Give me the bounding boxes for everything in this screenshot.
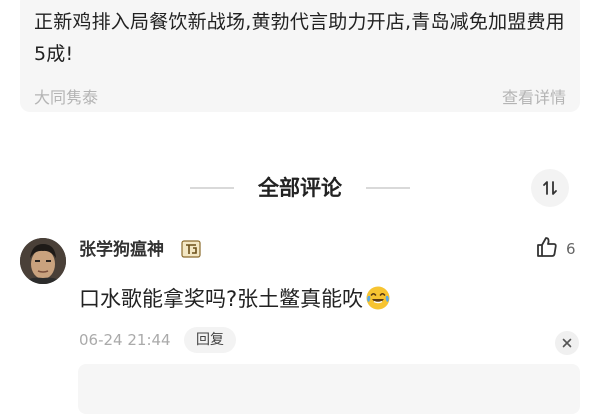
view-details-link[interactable]: 查看详情 xyxy=(502,84,566,108)
header-divider-right xyxy=(366,187,410,189)
sort-icon xyxy=(543,181,557,195)
like-count: 6 xyxy=(566,240,576,258)
user-level-badge-icon xyxy=(181,240,201,258)
avatar[interactable] xyxy=(20,238,66,284)
comment-body[interactable]: 口水歌能拿奖吗?张土鳖真能吹 xyxy=(79,285,391,313)
sort-comments-button[interactable] xyxy=(531,169,569,207)
comments-section-title: 全部评论 xyxy=(258,176,342,200)
thumbs-up-icon[interactable] xyxy=(535,235,559,259)
comment-timestamp: 06-24 21:44 xyxy=(79,331,171,349)
dismiss-comment-button[interactable] xyxy=(555,331,579,355)
comments-section-header: 全部评论 xyxy=(0,169,600,210)
tears-of-joy-emoji-icon xyxy=(366,286,390,310)
header-divider-left xyxy=(190,187,234,189)
comment-username[interactable]: 张学狗瘟神 xyxy=(79,238,164,262)
close-icon xyxy=(562,338,572,348)
promoted-article-source: 大同隽泰 xyxy=(34,88,99,107)
promoted-article-card[interactable]: 正新鸡排入局餐饮新战场,黄勃代言助力开店,青岛减免加盟费用5成! 大同隽泰 查看… xyxy=(20,0,580,112)
promoted-article-title[interactable]: 正新鸡排入局餐饮新战场,黄勃代言助力开店,青岛减免加盟费用5成! xyxy=(34,6,574,70)
reply-thread-preview[interactable] xyxy=(78,364,580,414)
avatar-photo xyxy=(20,238,66,284)
comment-text: 口水歌能拿奖吗?张土鳖真能吹 xyxy=(79,287,364,311)
reply-button[interactable]: 回复 xyxy=(184,327,236,353)
